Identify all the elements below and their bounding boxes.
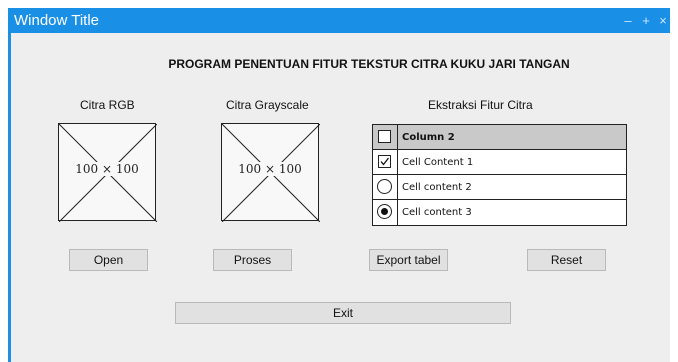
open-button[interactable]: Open (69, 249, 148, 271)
select-all-checkbox[interactable] (378, 130, 391, 143)
window-title: Window Title (14, 12, 100, 29)
exit-button[interactable]: Exit (175, 302, 511, 324)
table-row[interactable]: Cell content 2 (373, 175, 626, 200)
row-radio-selected[interactable] (377, 204, 392, 219)
close-icon[interactable]: × (655, 13, 671, 29)
maximize-icon[interactable]: + (638, 13, 654, 29)
cell-content: Cell Content 1 (402, 157, 474, 168)
minimize-icon[interactable]: – (620, 13, 636, 29)
cell-content: Cell content 3 (402, 207, 472, 218)
citra-grayscale-label: Citra Grayscale (226, 98, 309, 112)
feature-table: Column 2 Cell Content 1 Cell content 2 C… (372, 124, 627, 226)
checkmark-icon (380, 157, 390, 166)
proses-button[interactable]: Proses (213, 249, 292, 271)
grayscale-image-size: 100 × 100 (236, 162, 304, 176)
column-header: Column 2 (402, 132, 455, 143)
table-row[interactable]: Cell Content 1 (373, 150, 626, 175)
row-checkbox[interactable] (378, 155, 391, 168)
reset-button[interactable]: Reset (527, 249, 606, 271)
rgb-image-size: 100 × 100 (73, 162, 141, 176)
grayscale-image-placeholder: 100 × 100 (221, 123, 320, 222)
page-title: PROGRAM PENENTUAN FITUR TEKSTUR CITRA KU… (168, 57, 570, 71)
ekstraksi-fitur-label: Ekstraksi Fitur Citra (428, 98, 533, 112)
cell-content: Cell content 2 (402, 182, 472, 193)
citra-rgb-label: Citra RGB (80, 98, 135, 112)
export-tabel-button[interactable]: Export tabel (369, 249, 448, 271)
table-row[interactable]: Cell content 3 (373, 200, 626, 225)
title-bar[interactable]: Window Title – + × (8, 8, 670, 33)
rgb-image-placeholder: 100 × 100 (58, 123, 157, 222)
row-radio[interactable] (377, 179, 392, 194)
table-header-row: Column 2 (373, 125, 626, 150)
